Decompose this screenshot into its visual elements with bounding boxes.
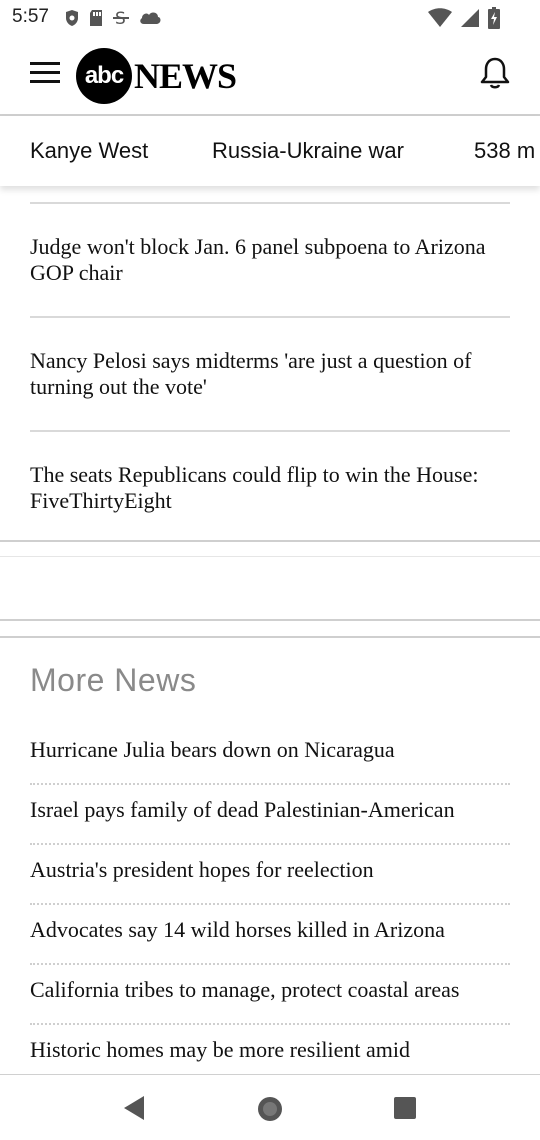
story-item[interactable]: Nancy Pelosi says midterms 'are just a q… — [30, 318, 510, 432]
more-news-item[interactable]: Austria's president hopes for reelection — [30, 857, 510, 905]
shield-icon — [64, 9, 80, 32]
system-nav-bar — [0, 1075, 540, 1140]
app-header: abc NEWS — [0, 36, 540, 116]
battery-icon — [488, 7, 500, 34]
more-news-item[interactable]: California tribes to manage, protect coa… — [30, 977, 510, 1025]
main-content: Judge won't block Jan. 6 panel subpoena … — [0, 186, 540, 1074]
story-item[interactable]: Judge won't block Jan. 6 panel subpoena … — [30, 204, 510, 318]
wifi-icon — [428, 8, 452, 33]
status-icons-right — [428, 7, 500, 34]
status-icons-left: S — [64, 8, 162, 33]
status-time: 5:57 — [12, 6, 49, 27]
strike-s-icon: S — [112, 8, 130, 33]
logo-word: NEWS — [134, 56, 237, 96]
home-circle-icon[interactable] — [256, 1095, 284, 1128]
hamburger-menu-icon[interactable] — [30, 62, 60, 84]
back-triangle-icon[interactable] — [122, 1095, 146, 1126]
story-item[interactable]: The seats Republicans could flip to win … — [30, 432, 510, 544]
ad-placeholder-inner — [0, 556, 540, 621]
ad-placeholder — [0, 540, 540, 638]
abc-news-logo[interactable]: abc NEWS — [76, 48, 237, 104]
topic-tab-538[interactable]: 538 m — [474, 138, 535, 164]
status-bar: 5:57 S — [0, 0, 540, 36]
notification-bell-icon[interactable] — [480, 56, 510, 90]
signal-icon — [460, 8, 480, 33]
topic-nav: Kanye West Russia-Ukraine war 538 m — [0, 116, 540, 186]
more-news-section: More News Hurricane Julia bears down on … — [30, 662, 510, 1074]
recent-apps-square-icon[interactable] — [393, 1096, 417, 1125]
more-news-item[interactable]: Israel pays family of dead Palestinian-A… — [30, 797, 510, 845]
more-news-heading: More News — [30, 662, 197, 698]
cloud-icon — [138, 10, 162, 31]
more-news-item[interactable]: Advocates say 14 wild horses killed in A… — [30, 917, 510, 965]
more-news-item[interactable]: Historic homes may be more resilient ami… — [30, 1037, 510, 1074]
story-list: Judge won't block Jan. 6 panel subpoena … — [30, 202, 510, 544]
topic-tab-kanye-west[interactable]: Kanye West — [30, 138, 148, 164]
topic-tab-russia-ukraine-war[interactable]: Russia-Ukraine war — [212, 138, 404, 164]
logo-badge: abc — [76, 48, 132, 104]
more-news-item[interactable]: Hurricane Julia bears down on Nicaragua — [30, 737, 510, 785]
sd-card-icon — [88, 9, 104, 32]
